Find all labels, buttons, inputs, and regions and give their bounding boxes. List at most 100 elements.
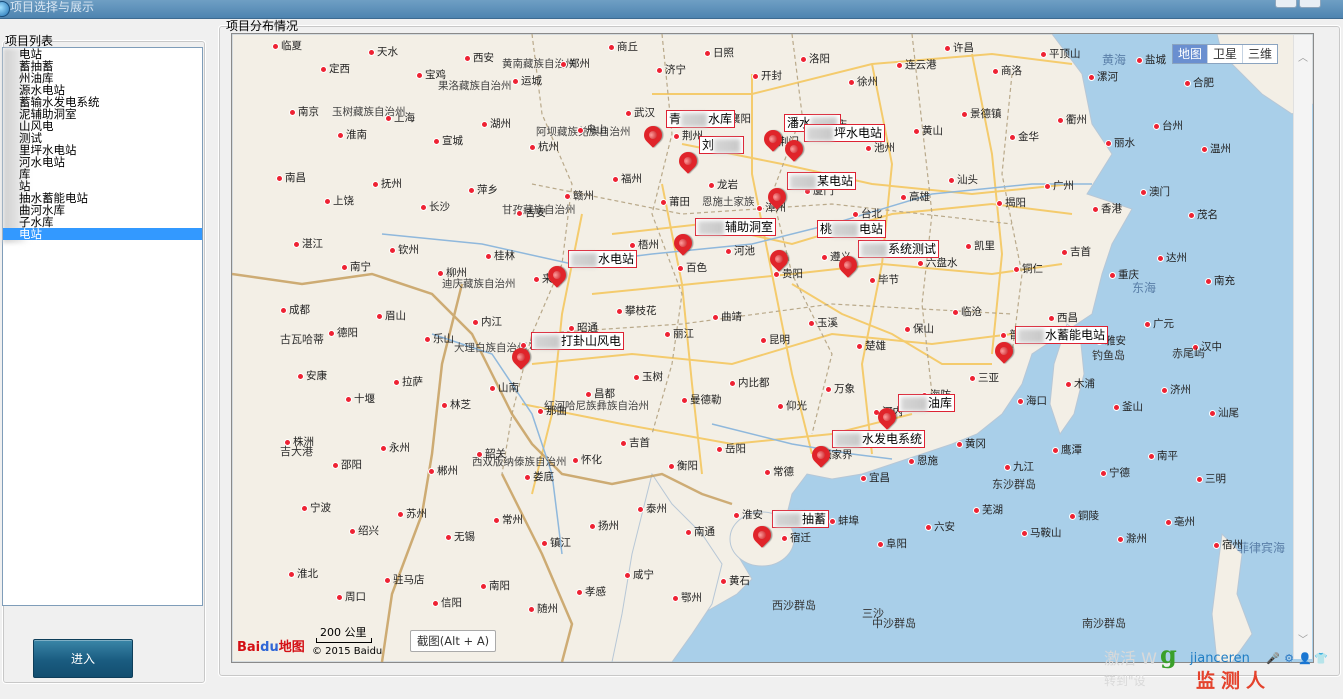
project-marker-icon[interactable] <box>544 262 570 290</box>
city-dot-icon <box>1148 452 1155 460</box>
city-dot-icon <box>541 539 548 547</box>
screenshot-button[interactable]: 截图(Alt + A) <box>410 630 496 652</box>
city-label: 凯里 <box>965 240 995 252</box>
list-item[interactable]: 蓄输水发电系统 <box>3 96 202 108</box>
settings-icon[interactable]: ⚙ <box>1282 652 1296 666</box>
project-marker-icon[interactable] <box>991 338 1017 366</box>
project-marker-icon[interactable] <box>781 136 807 164</box>
area-label: 钓鱼岛 <box>1092 350 1125 362</box>
project-marker-label[interactable]: 坪水电站 <box>804 124 886 142</box>
city-label: 宝鸡 <box>416 69 446 81</box>
list-item[interactable]: 抽水蓄能电站 <box>3 192 202 204</box>
project-marker-icon[interactable] <box>764 184 790 212</box>
city-dot-icon <box>729 379 736 387</box>
project-marker-icon[interactable] <box>808 442 834 470</box>
project-marker-label[interactable]: 桃 电站 <box>817 220 887 238</box>
city-dot-icon <box>860 474 867 482</box>
city-dot-icon <box>372 180 379 188</box>
project-marker-label[interactable]: 系统测试 <box>858 240 940 258</box>
project-marker-icon[interactable] <box>675 148 701 176</box>
area-label: 西沙群岛 <box>772 600 816 612</box>
scroll-down-icon[interactable]: ﹀ <box>1298 631 1308 646</box>
scroll-up-icon[interactable]: ︿ <box>1298 49 1308 64</box>
project-marker-icon[interactable] <box>508 344 534 372</box>
city-dot-icon <box>856 342 863 350</box>
city-dot-icon <box>733 511 740 519</box>
city-dot-icon <box>293 240 300 248</box>
city-label: 韶关 <box>476 448 506 460</box>
project-marker-icon[interactable] <box>835 252 861 280</box>
project-marker-icon[interactable] <box>874 404 900 432</box>
city-dot-icon <box>917 259 924 267</box>
project-marker-label[interactable]: 水发电系统 <box>832 430 926 448</box>
list-item[interactable]: 曲河水库 <box>3 204 202 216</box>
city-label: 揭阳 <box>996 197 1026 209</box>
project-marker-icon[interactable] <box>749 522 775 550</box>
project-marker-icon[interactable] <box>760 126 786 154</box>
map-scrollbar[interactable]: ︿ ﹀ <box>1293 35 1312 659</box>
list-item[interactable]: 测试 <box>3 132 202 144</box>
marker-label-redaction <box>775 512 801 527</box>
project-marker-label[interactable]: 辅助洞室 <box>695 218 777 236</box>
list-item[interactable]: 电站 <box>3 228 202 240</box>
list-item[interactable]: 里坪水电站 <box>3 144 202 156</box>
city-label: 曼德勒 <box>681 394 722 406</box>
city-dot-icon <box>1000 331 1007 339</box>
baidu-map[interactable]: 黄海东海菲律宾海黄南藏族自治州果洛藏族自治州玉树藏族自治州阿坝藏族羌族自治州甘孜… <box>231 33 1314 663</box>
enter-button[interactable]: 进入 <box>33 639 133 678</box>
city-dot-icon <box>685 528 692 536</box>
city-label: 吉首 <box>1061 246 1091 258</box>
project-marker-icon[interactable] <box>766 246 792 274</box>
city-label-text: 重庆 <box>1118 269 1139 281</box>
list-item[interactable]: 泥辅助洞室 <box>3 108 202 120</box>
project-marker-label[interactable]: 青 水库 <box>666 110 736 128</box>
project-marker-label[interactable]: 刘 <box>699 136 745 154</box>
city-label-text: 毕节 <box>878 274 899 286</box>
map-type-0[interactable]: 地图 <box>1173 45 1208 63</box>
project-marker-label[interactable]: 水蓄能电站 <box>1015 326 1109 344</box>
city-dot-icon <box>445 533 452 541</box>
project-marker-label[interactable]: 油库 <box>898 394 956 412</box>
list-item[interactable]: 子水库 <box>3 216 202 228</box>
list-item[interactable]: 库 <box>3 168 202 180</box>
city-label-text: 连云港 <box>905 59 937 71</box>
list-item[interactable]: 电站 <box>3 48 202 60</box>
project-marker-icon[interactable] <box>640 122 666 150</box>
mic-icon[interactable]: 🎤 <box>1266 652 1280 666</box>
list-item[interactable]: 河水电站 <box>3 156 202 168</box>
city-dot-icon <box>564 192 571 200</box>
list-item[interactable]: 源水电站 <box>3 84 202 96</box>
city-dot-icon <box>1157 254 1164 262</box>
map-type-1[interactable]: 卫星 <box>1207 45 1242 63</box>
city-label: 运城 <box>512 75 542 87</box>
city-label-text: 郴州 <box>437 465 458 477</box>
city-dot-icon <box>1213 541 1220 549</box>
project-marker-label[interactable]: 打卦山风电 <box>531 332 625 350</box>
list-item[interactable]: 山风电 <box>3 120 202 132</box>
list-item[interactable]: 站 <box>3 180 202 192</box>
city-dot-icon <box>533 275 540 283</box>
project-marker-label[interactable]: 抽蓄 <box>772 510 830 528</box>
city-label: 香港 <box>1092 203 1122 215</box>
city-label: 抚州 <box>372 178 402 190</box>
project-marker-icon[interactable] <box>670 230 696 258</box>
project-marker-label[interactable]: 水电站 <box>568 250 638 268</box>
city-label: 拉萨 <box>393 376 423 388</box>
maximize-button[interactable] <box>1299 0 1321 8</box>
project-marker-label[interactable]: 某电站 <box>787 172 857 190</box>
city-label: 福州 <box>612 173 642 185</box>
list-item[interactable]: 州油库 <box>3 72 202 84</box>
city-label-text: 池州 <box>874 142 895 154</box>
minimize-button[interactable] <box>1275 0 1297 8</box>
city-label: 十堰 <box>345 393 375 405</box>
user-icon[interactable]: 👤 <box>1298 652 1312 666</box>
city-dot-icon <box>673 132 680 140</box>
map-type-2[interactable]: 三维 <box>1242 45 1277 63</box>
city-dot-icon <box>524 473 531 481</box>
city-dot-icon <box>437 269 444 277</box>
list-item[interactable]: 蓄抽蓄 <box>3 60 202 72</box>
project-listbox[interactable]: 电站 蓄抽蓄 州油库 源水电站 蓄输水发电系统 泥辅助洞室 山风电 测试 里坪水电站 河水电站库站… <box>2 47 203 606</box>
city-label-text: 九江 <box>1013 461 1034 473</box>
shirt-icon[interactable]: 👕 <box>1314 652 1328 666</box>
city-dot-icon <box>969 374 976 382</box>
